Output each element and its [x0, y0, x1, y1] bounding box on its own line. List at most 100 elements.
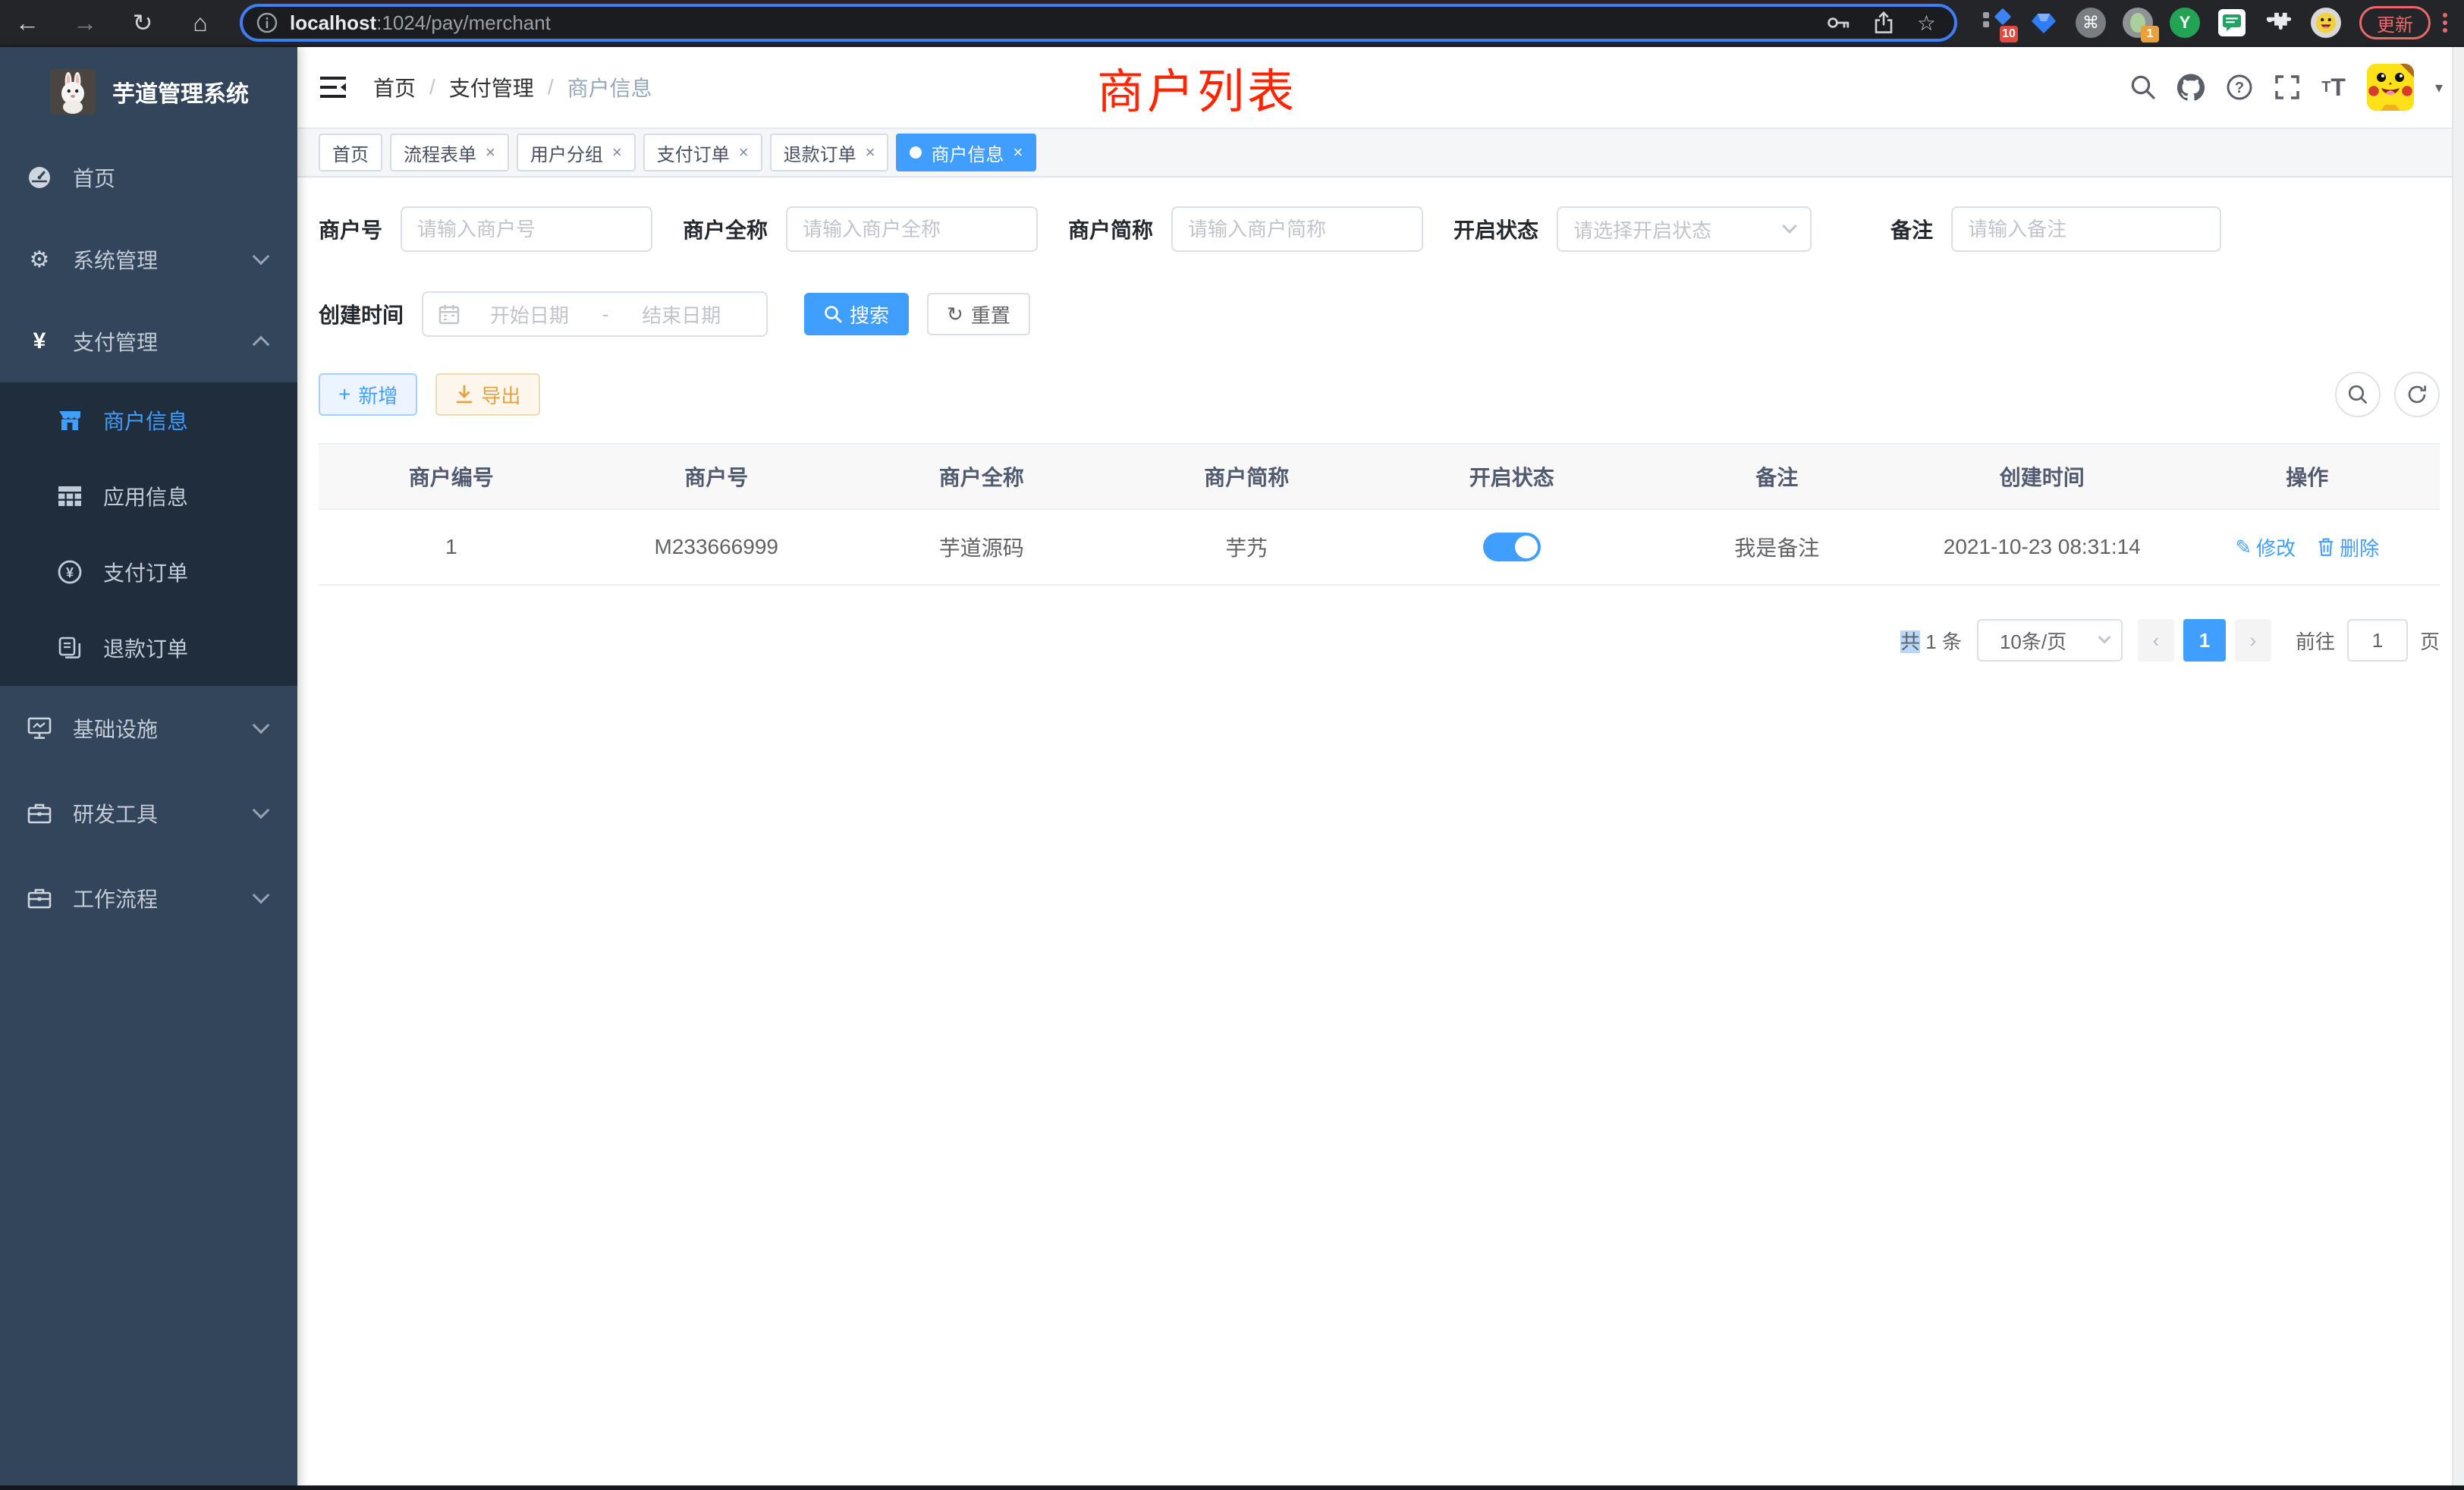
chevron-down-icon — [253, 887, 270, 904]
col-create-time: 创建时间 — [1909, 461, 2175, 492]
add-button[interactable]: + 新增 — [319, 373, 417, 416]
yen-circle-icon: ¥ — [58, 560, 82, 584]
next-page-button[interactable]: › — [2235, 619, 2271, 662]
short-name-input[interactable] — [1171, 206, 1423, 252]
browser-menu-icon[interactable] — [2443, 13, 2449, 33]
hide-search-button[interactable] — [2335, 372, 2381, 417]
extension-proxy-icon[interactable]: 1 — [2123, 8, 2153, 38]
col-merchant-no: 商户号 — [584, 461, 850, 492]
start-date-placeholder: 开始日期 — [460, 300, 599, 328]
sidebar-item-app-info[interactable]: 应用信息 — [0, 458, 297, 534]
sidebar-item-system[interactable]: ⚙ 系统管理 — [0, 218, 297, 300]
cell-merchant-id: 1 — [319, 535, 584, 559]
close-icon[interactable]: × — [1013, 143, 1023, 162]
sidebar-item-label: 商户信息 — [103, 405, 188, 435]
filter-row-2: 创建时间 开始日期 - 结束日期 搜索 ↻ 重置 — [319, 291, 2440, 337]
toolbox-icon — [27, 803, 52, 824]
chevron-down-icon — [253, 248, 270, 266]
sidebar-item-label: 系统管理 — [73, 244, 158, 275]
tab-pay-order[interactable]: 支付订单× — [643, 134, 762, 171]
user-avatar[interactable] — [2367, 64, 2414, 111]
edit-link[interactable]: ✎修改 — [2235, 533, 2296, 561]
sidebar-item-workflow[interactable]: 工作流程 — [0, 856, 297, 941]
sidebar-item-refund-order[interactable]: 退款订单 — [0, 610, 297, 686]
tab-user-group[interactable]: 用户分组× — [517, 134, 636, 171]
sidebar-logo-row[interactable]: 芋道管理系统 — [0, 47, 297, 137]
cell-remark: 我是备注 — [1645, 532, 1910, 562]
sidebar-item-merchant-info[interactable]: 商户信息 — [0, 382, 297, 458]
cell-create-time: 2021-10-23 08:31:14 — [1909, 535, 2175, 559]
font-size-icon[interactable]: TT — [2321, 74, 2346, 102]
prev-page-button[interactable]: ‹ — [2138, 619, 2174, 662]
profile-emoji-avatar[interactable] — [2311, 8, 2341, 38]
extension-y-icon[interactable]: Y — [2170, 8, 2200, 38]
page-content: 商户号 商户全称 商户简称 开启状态 请选择开启状态 — [297, 178, 2464, 1490]
close-icon[interactable]: × — [739, 143, 749, 162]
extensions-puzzle-icon[interactable] — [2264, 8, 2294, 38]
delete-link[interactable]: 删除 — [2317, 533, 2379, 561]
close-icon[interactable]: × — [866, 143, 875, 162]
tab-refund-order[interactable]: 退款订单× — [770, 134, 889, 171]
help-icon[interactable]: ? — [2226, 74, 2253, 101]
site-info-icon[interactable] — [256, 12, 278, 33]
address-bar[interactable]: localhost:1024/pay/merchant ☆ — [240, 4, 1957, 42]
breadcrumb-payment[interactable]: 支付管理 — [449, 72, 534, 102]
browser-reload-button[interactable]: ↻ — [124, 5, 161, 41]
close-icon[interactable]: × — [486, 143, 495, 162]
avatar-caret-icon[interactable]: ▾ — [2435, 78, 2443, 97]
grid-icon — [58, 486, 82, 506]
sidebar-collapse-icon[interactable] — [320, 76, 346, 99]
bookmark-star-icon[interactable]: ☆ — [1917, 11, 1936, 36]
password-key-icon[interactable] — [1826, 12, 1850, 33]
goto-label: 前往 — [2296, 627, 2335, 655]
col-full-name: 商户全称 — [849, 461, 1114, 492]
plus-icon: + — [338, 382, 350, 407]
share-icon[interactable] — [1873, 11, 1894, 34]
browser-forward-button[interactable]: → — [67, 5, 103, 41]
extension-command-icon[interactable]: ⌘ — [2076, 8, 2106, 38]
dashboard-icon — [27, 165, 52, 190]
browser-update-button[interactable]: 更新 — [2359, 6, 2431, 39]
page-unit-label: 页 — [2420, 627, 2440, 655]
status-toggle[interactable] — [1483, 533, 1541, 561]
document-copy-icon — [58, 637, 82, 659]
page-size-select[interactable]: 10条/页 — [1977, 619, 2123, 662]
tab-merchant-info[interactable]: 商户信息× — [896, 134, 1036, 171]
sidebar-item-home[interactable]: 首页 — [0, 137, 297, 218]
export-button[interactable]: 导出 — [435, 373, 540, 416]
extension-diamond-icon[interactable]: 10 — [1982, 8, 2012, 38]
extension-chat-icon[interactable] — [2217, 8, 2247, 38]
sidebar-item-payment[interactable]: ¥ 支付管理 — [0, 300, 297, 382]
trash-icon — [2317, 537, 2335, 557]
cell-short-name: 芋艿 — [1114, 532, 1380, 562]
tab-process-form[interactable]: 流程表单× — [390, 134, 509, 171]
github-icon[interactable] — [2177, 74, 2205, 101]
sidebar-item-label: 工作流程 — [73, 883, 158, 913]
merchant-no-input[interactable] — [401, 206, 652, 252]
page-number-1[interactable]: 1 — [2183, 619, 2226, 662]
extension-gem-icon[interactable] — [2029, 8, 2059, 38]
refresh-table-button[interactable] — [2394, 372, 2440, 417]
sidebar-item-dev-tools[interactable]: 研发工具 — [0, 771, 297, 856]
header-search-icon[interactable] — [2130, 74, 2156, 100]
browser-back-button[interactable]: ← — [9, 5, 46, 41]
full-name-input[interactable] — [786, 206, 1038, 252]
fullscreen-icon[interactable] — [2274, 74, 2300, 100]
status-select[interactable]: 请选择开启状态 — [1557, 206, 1812, 252]
breadcrumb-home[interactable]: 首页 — [373, 72, 416, 102]
sidebar-item-label: 基础设施 — [73, 713, 158, 743]
browser-home-button[interactable]: ⌂ — [182, 5, 218, 41]
sidebar-item-infrastructure[interactable]: 基础设施 — [0, 686, 297, 771]
remark-input[interactable] — [1951, 206, 2221, 252]
close-icon[interactable]: × — [612, 143, 622, 162]
scrollbar[interactable] — [2452, 47, 2464, 1490]
merchant-table: 商户编号 商户号 商户全称 商户简称 开启状态 备注 创建时间 操作 1 M23… — [319, 443, 2440, 586]
table-header-row: 商户编号 商户号 商户全称 商户简称 开启状态 备注 创建时间 操作 — [319, 445, 2440, 510]
goto-page-input[interactable] — [2347, 619, 2408, 662]
search-button[interactable]: 搜索 — [804, 293, 909, 335]
create-time-range-picker[interactable]: 开始日期 - 结束日期 — [422, 291, 768, 337]
sidebar-item-pay-order[interactable]: ¥ 支付订单 — [0, 534, 297, 610]
tags-view-bar: 首页 流程表单× 用户分组× 支付订单× 退款订单× 商户信息× — [297, 129, 2464, 178]
reset-button[interactable]: ↻ 重置 — [927, 293, 1030, 335]
tab-home[interactable]: 首页 — [319, 134, 382, 171]
